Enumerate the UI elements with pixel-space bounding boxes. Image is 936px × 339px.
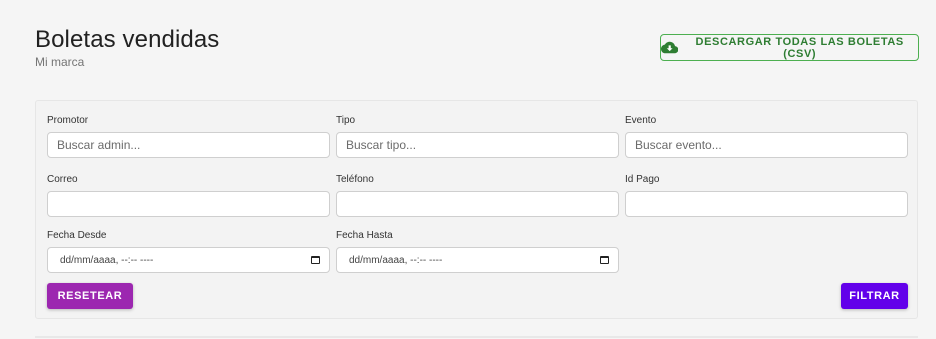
fecha-desde-value: dd/mm/aaaa, --:-- ---- — [60, 254, 154, 266]
calendar-icon[interactable] — [311, 256, 320, 264]
id-pago-field: Id Pago — [625, 174, 908, 217]
fecha-hasta-input[interactable]: dd/mm/aaaa, --:-- ---- — [336, 247, 619, 273]
evento-input[interactable] — [625, 132, 908, 158]
promotor-label: Promotor — [47, 115, 89, 126]
fecha-desde-field: Fecha Desde dd/mm/aaaa, --:-- ---- — [47, 230, 330, 273]
download-button-label: DESCARGAR TODAS LAS BOLETAS (CSV) — [695, 35, 904, 60]
telefono-input[interactable] — [336, 191, 619, 217]
calendar-icon[interactable] — [600, 256, 609, 264]
divider — [35, 336, 918, 338]
id-pago-label: Id Pago — [625, 174, 660, 185]
telefono-label: Teléfono — [336, 174, 374, 185]
fecha-hasta-label: Fecha Hasta — [336, 230, 393, 241]
filter-panel: Promotor Tipo Evento Correo Teléfono Id … — [35, 100, 918, 319]
promotor-field: Promotor — [47, 115, 330, 158]
fecha-desde-input[interactable]: dd/mm/aaaa, --:-- ---- — [47, 247, 330, 273]
promotor-input[interactable] — [47, 132, 330, 158]
tipo-input[interactable] — [336, 132, 619, 158]
fecha-hasta-value: dd/mm/aaaa, --:-- ---- — [349, 254, 443, 266]
page-title: Boletas vendidas — [35, 26, 220, 53]
filter-button[interactable]: FILTRAR — [841, 283, 908, 309]
fecha-hasta-field: Fecha Hasta dd/mm/aaaa, --:-- ---- — [336, 230, 619, 273]
tipo-field: Tipo — [336, 115, 619, 158]
tipo-label: Tipo — [336, 115, 356, 126]
correo-field: Correo — [47, 174, 330, 217]
id-pago-input[interactable] — [625, 191, 908, 217]
evento-label: Evento — [625, 115, 657, 126]
page-header: Boletas vendidas Mi marca — [35, 26, 219, 69]
correo-input[interactable] — [47, 191, 330, 217]
reset-button[interactable]: RESETEAR — [47, 283, 133, 309]
telefono-field: Teléfono — [336, 174, 619, 217]
download-all-csv-button[interactable]: DESCARGAR TODAS LAS BOLETAS (CSV) — [660, 34, 919, 61]
correo-label: Correo — [47, 174, 78, 185]
fecha-desde-label: Fecha Desde — [47, 230, 107, 241]
page-subtitle: Mi marca — [35, 55, 85, 69]
evento-field: Evento — [625, 115, 908, 158]
cloud-download-icon — [661, 41, 679, 54]
